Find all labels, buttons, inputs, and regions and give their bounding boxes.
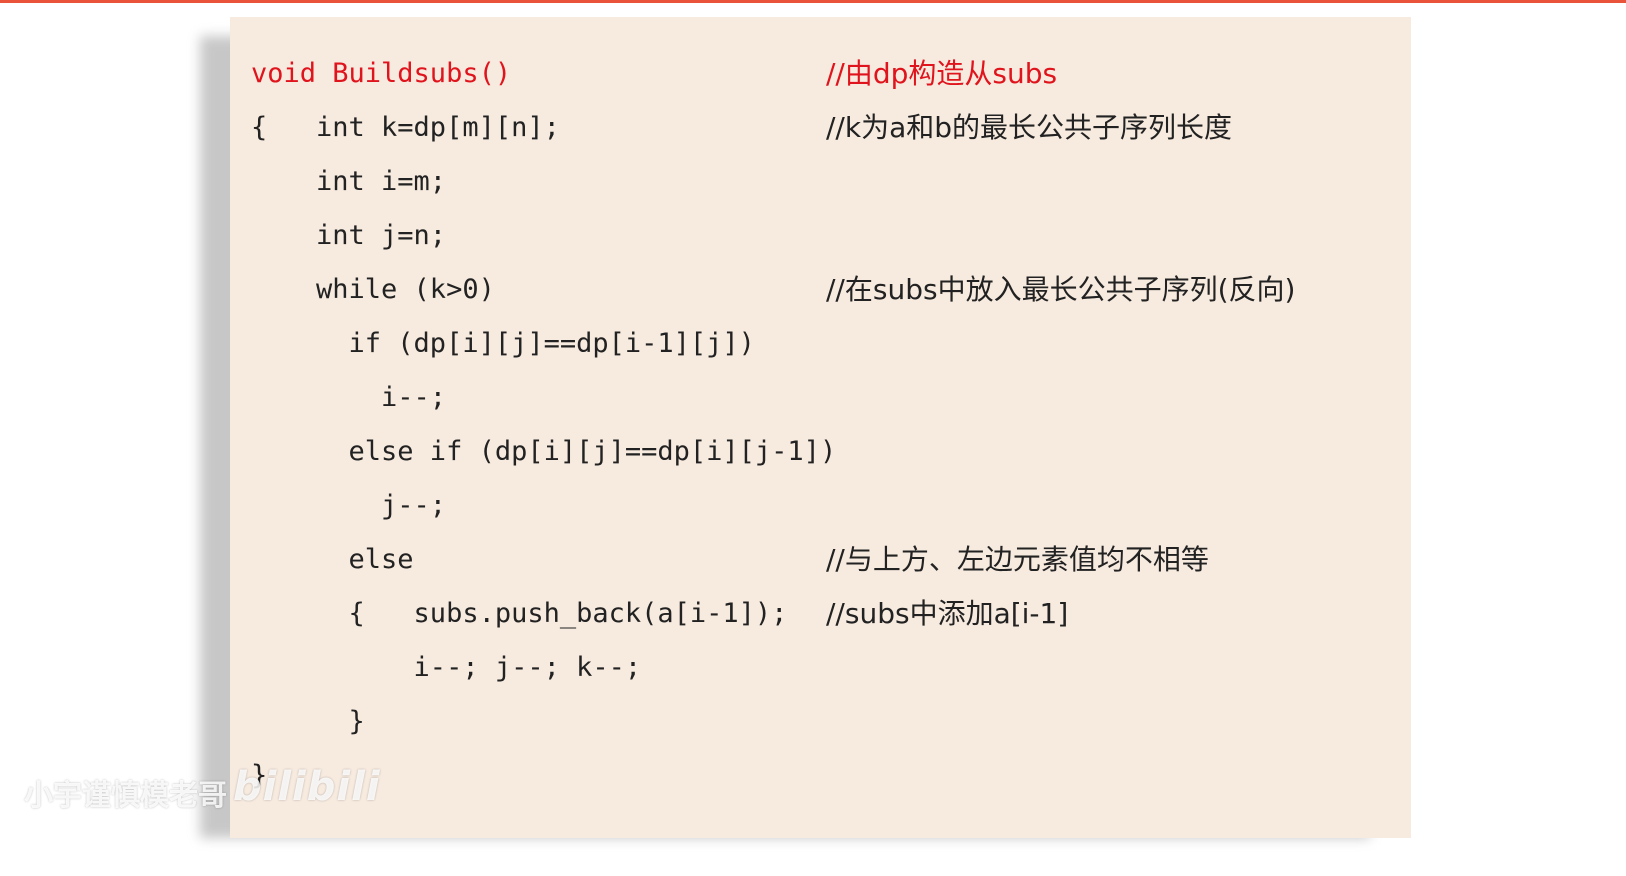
code-text: else if (dp[i][j]==dp[i][j-1])	[251, 436, 837, 467]
code-text: j--;	[251, 490, 447, 521]
code-line-3: int i=m;	[230, 162, 1411, 202]
code-text: i--; j--; k--;	[251, 652, 642, 683]
code-comment: //在subs中放入最长公共子序列(反向)	[826, 273, 1296, 306]
author-watermark: 小宇谨慎模老哥	[24, 778, 228, 812]
code-text: }	[251, 706, 365, 737]
code-line-11: { subs.push_back(a[i-1]); //subs中添加a[i-1…	[230, 594, 1411, 634]
code-text: int i=m;	[251, 166, 447, 197]
code-line-2: { int k=dp[m][n]; //k为a和b的最长公共子序列长度	[230, 108, 1411, 148]
code-line-14: }	[230, 756, 1411, 796]
bilibili-logo: bilibili	[233, 764, 381, 810]
code-comment: //与上方、左边元素值均不相等	[826, 543, 1209, 576]
code-line-5: while (k>0) //在subs中放入最长公共子序列(反向)	[230, 270, 1411, 310]
code-line-10: else //与上方、左边元素值均不相等	[230, 540, 1411, 580]
code-text: if (dp[i][j]==dp[i-1][j])	[251, 328, 755, 359]
code-line-6: if (dp[i][j]==dp[i-1][j])	[230, 324, 1411, 364]
code-text: void Buildsubs()	[251, 58, 512, 89]
code-comment: //subs中添加a[i-1]	[826, 597, 1069, 630]
code-line-1: void Buildsubs() //由dp构造从subs	[230, 54, 1411, 94]
code-line-9: j--;	[230, 486, 1411, 526]
code-line-8: else if (dp[i][j]==dp[i][j-1])	[230, 432, 1411, 472]
code-text: int j=n;	[251, 220, 447, 251]
code-comment: //由dp构造从subs	[826, 57, 1058, 90]
code-text: { int k=dp[m][n];	[251, 112, 560, 143]
code-text: while (k>0)	[251, 274, 495, 305]
top-accent-rule	[0, 0, 1626, 3]
code-line-13: }	[230, 702, 1411, 742]
code-text: { subs.push_back(a[i-1]);	[251, 598, 788, 629]
code-line-7: i--;	[230, 378, 1411, 418]
code-slide: void Buildsubs() //由dp构造从subs { int k=dp…	[230, 17, 1411, 838]
code-text: i--;	[251, 382, 447, 413]
code-line-4: int j=n;	[230, 216, 1411, 256]
code-text: else	[251, 544, 414, 575]
code-comment: //k为a和b的最长公共子序列长度	[826, 111, 1233, 144]
code-line-12: i--; j--; k--;	[230, 648, 1411, 688]
